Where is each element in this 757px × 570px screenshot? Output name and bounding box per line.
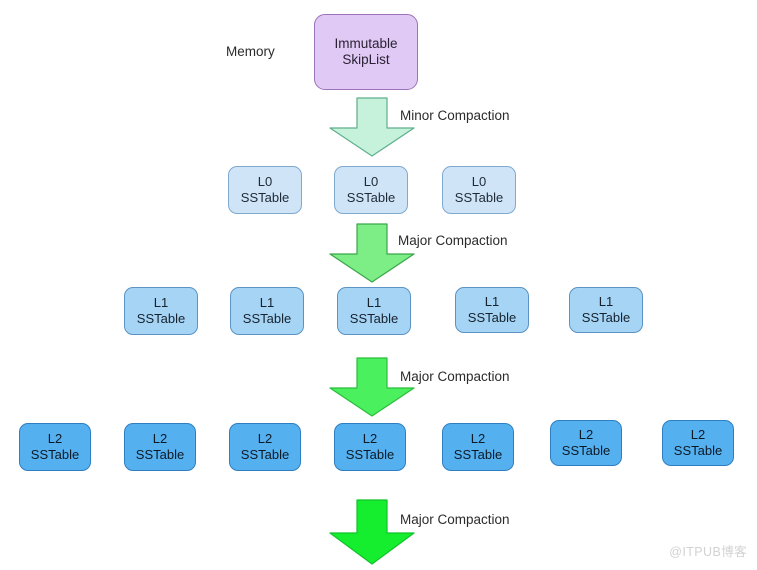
l1-sstable-node-4-line1: L1 (484, 294, 500, 310)
major-compaction-label-3: Major Compaction (400, 512, 510, 527)
l0-sstable-node-1-line2: SSTable (240, 190, 290, 205)
l1-sstable-node-4-line2: SSTable (467, 310, 517, 325)
l2-sstable-node-6-line2: SSTable (561, 443, 611, 458)
l1-sstable-node-5-line2: SSTable (581, 310, 631, 325)
major-compaction-label-2: Major Compaction (400, 369, 510, 384)
l2-sstable-node-4[interactable]: L2 SSTable (334, 423, 406, 471)
l1-sstable-node-2-line1: L1 (259, 295, 275, 311)
l0-sstable-node-3[interactable]: L0 SSTable (442, 166, 516, 214)
l0-sstable-node-1[interactable]: L0 SSTable (228, 166, 302, 214)
l2-sstable-node-2-line2: SSTable (135, 447, 185, 462)
l1-sstable-node-1-line1: L1 (153, 295, 169, 311)
lsm-tree-compaction-diagram: Memory Immutable SkipList Minor Compacti… (0, 0, 757, 570)
watermark: @ITPUB博客 (669, 545, 747, 559)
immutable-skiplist-line2: SkipList (342, 52, 390, 67)
l0-sstable-node-1-line1: L0 (257, 174, 273, 190)
l2-sstable-node-1-line1: L2 (47, 431, 63, 447)
l1-sstable-node-5-line1: L1 (598, 294, 614, 310)
l2-sstable-node-5-line1: L2 (470, 431, 486, 447)
l1-sstable-node-2-line2: SSTable (242, 311, 292, 326)
l0-sstable-node-2[interactable]: L0 SSTable (334, 166, 408, 214)
major-compaction-arrow-3-shape (329, 499, 415, 565)
immutable-skiplist-line1: Immutable (334, 35, 398, 51)
major-compaction-arrow-2-shape (329, 357, 415, 417)
l2-sstable-node-7[interactable]: L2 SSTable (662, 420, 734, 466)
l2-sstable-node-1-line2: SSTable (30, 447, 80, 462)
l2-sstable-node-6[interactable]: L2 SSTable (550, 420, 622, 466)
minor-compaction-arrow-shape (329, 97, 415, 157)
minor-compaction-arrow (329, 97, 415, 157)
minor-compaction-label: Minor Compaction (400, 108, 510, 123)
immutable-skiplist-node[interactable]: Immutable SkipList (314, 14, 418, 90)
major-compaction-arrow-2 (329, 357, 415, 417)
l2-sstable-node-7-line2: SSTable (673, 443, 723, 458)
l2-sstable-node-5[interactable]: L2 SSTable (442, 423, 514, 471)
l1-sstable-node-1-line2: SSTable (136, 311, 186, 326)
l2-sstable-node-3[interactable]: L2 SSTable (229, 423, 301, 471)
l2-sstable-node-7-line1: L2 (690, 427, 706, 443)
l1-sstable-node-5[interactable]: L1 SSTable (569, 287, 643, 333)
l0-sstable-node-2-line2: SSTable (346, 190, 396, 205)
major-compaction-label-1: Major Compaction (398, 233, 508, 248)
l2-sstable-node-6-line1: L2 (578, 427, 594, 443)
l2-sstable-node-3-line1: L2 (257, 431, 273, 447)
memory-label: Memory (226, 44, 275, 59)
l2-sstable-node-1[interactable]: L2 SSTable (19, 423, 91, 471)
l1-sstable-node-1[interactable]: L1 SSTable (124, 287, 198, 335)
l0-sstable-node-2-line1: L0 (363, 174, 379, 190)
major-compaction-arrow-3 (329, 499, 415, 565)
l1-sstable-node-4[interactable]: L1 SSTable (455, 287, 529, 333)
l1-sstable-node-3-line2: SSTable (349, 311, 399, 326)
l1-sstable-node-2[interactable]: L1 SSTable (230, 287, 304, 335)
l2-sstable-node-2-line1: L2 (152, 431, 168, 447)
l2-sstable-node-4-line2: SSTable (345, 447, 395, 462)
l2-sstable-node-3-line2: SSTable (240, 447, 290, 462)
l2-sstable-node-2[interactable]: L2 SSTable (124, 423, 196, 471)
l1-sstable-node-3[interactable]: L1 SSTable (337, 287, 411, 335)
l0-sstable-node-3-line2: SSTable (454, 190, 504, 205)
l1-sstable-node-3-line1: L1 (366, 295, 382, 311)
l2-sstable-node-5-line2: SSTable (453, 447, 503, 462)
l0-sstable-node-3-line1: L0 (471, 174, 487, 190)
l2-sstable-node-4-line1: L2 (362, 431, 378, 447)
